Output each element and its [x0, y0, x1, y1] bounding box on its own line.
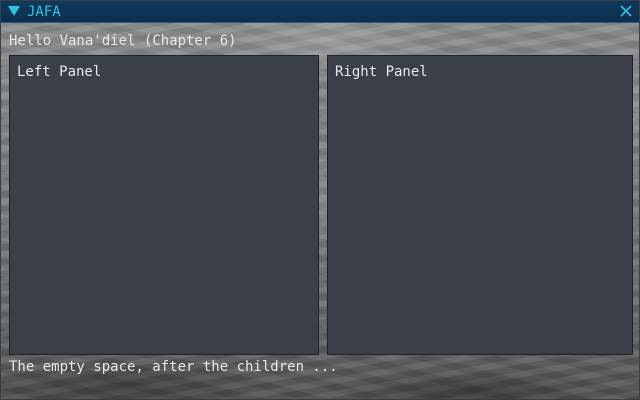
- left-panel[interactable]: Left Panel: [9, 55, 319, 355]
- jafa-window: JAFA Hello Vana'diel (Chapter 6) Left Pa…: [0, 0, 640, 400]
- collapse-arrow-icon[interactable]: [8, 5, 20, 17]
- right-panel[interactable]: Right Panel: [327, 55, 633, 355]
- heading-text: Hello Vana'diel (Chapter 6): [9, 33, 237, 49]
- right-panel-label: Right Panel: [335, 64, 428, 80]
- window-titlebar[interactable]: JAFA: [1, 1, 639, 23]
- close-icon[interactable]: [620, 5, 632, 17]
- window-title: JAFA: [27, 4, 61, 20]
- footer-text: The empty space, after the children ...: [9, 359, 338, 375]
- left-panel-label: Left Panel: [17, 64, 102, 80]
